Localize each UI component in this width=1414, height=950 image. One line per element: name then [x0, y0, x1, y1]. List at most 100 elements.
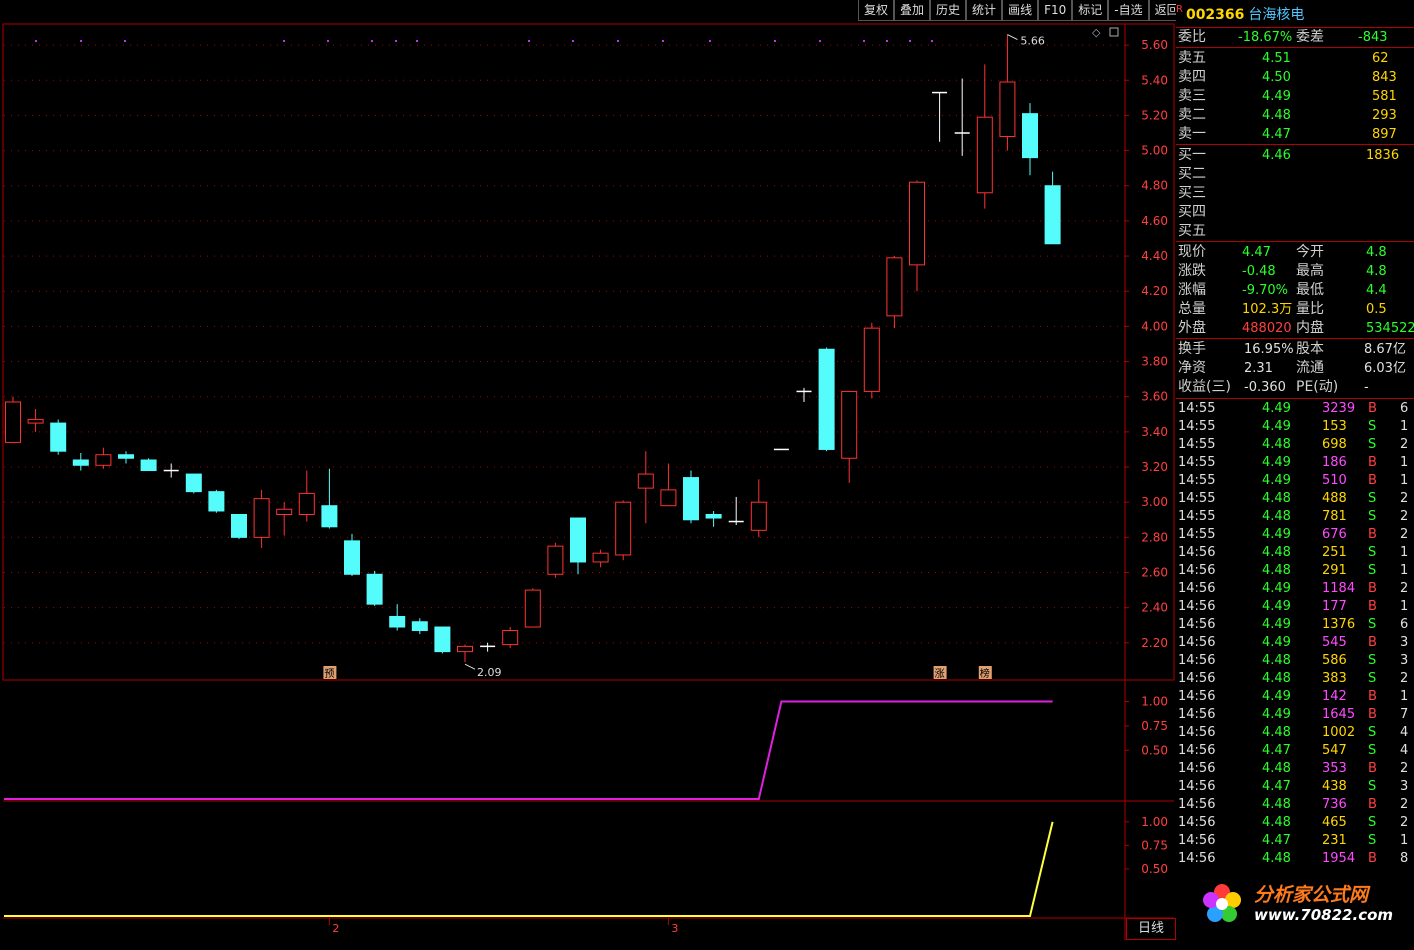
tick-count: 1 — [1400, 473, 1409, 488]
diamond-icon: ◇ — [1092, 26, 1101, 39]
candle-body — [50, 422, 67, 452]
tick-volume: 781 — [1322, 509, 1347, 524]
tick-time: 14:56 — [1178, 725, 1216, 740]
tick-count: 1 — [1400, 599, 1409, 614]
ask-label: 卖一 — [1178, 126, 1206, 142]
tick-direction: B — [1368, 473, 1377, 488]
tick-row: 14:56 4.49 1184 B 2 — [1176, 580, 1414, 598]
stat-label: 流通 — [1296, 360, 1324, 376]
signal-dot — [35, 40, 37, 42]
tick-count: 6 — [1400, 401, 1409, 416]
tick-time: 14:56 — [1178, 653, 1216, 668]
tick-volume: 545 — [1322, 635, 1347, 650]
tick-time: 14:56 — [1178, 833, 1216, 848]
period-label[interactable]: 日线 — [1126, 918, 1176, 940]
weicha-value: -843 — [1358, 30, 1388, 45]
y-tick-label: 4.60 — [1141, 214, 1168, 228]
y-tick-label: 4.40 — [1141, 249, 1168, 263]
toolbar-overlay-button[interactable]: 叠加 — [894, 0, 931, 21]
tick-count: 2 — [1400, 671, 1409, 686]
tick-row: 14:55 4.49 186 B 1 — [1176, 454, 1414, 472]
stock-name[interactable]: 台海核电 — [1248, 7, 1304, 23]
stock-tag: R — [1176, 4, 1183, 15]
signal-dot — [371, 40, 373, 42]
ask-label: 卖五 — [1178, 50, 1206, 66]
toolbar-draw-button[interactable]: 画线 — [1002, 0, 1039, 21]
tick-volume: 1002 — [1322, 725, 1356, 740]
tick-volume: 142 — [1322, 689, 1347, 704]
candle-body — [976, 116, 993, 194]
candle-body — [818, 348, 835, 450]
stat-label: 内盘 — [1296, 320, 1324, 336]
toolbar-history-button[interactable]: 历史 — [930, 0, 967, 21]
tick-direction: S — [1368, 725, 1377, 740]
tick-time: 14:56 — [1178, 689, 1216, 704]
candle-body — [185, 473, 202, 493]
tick-volume: 586 — [1322, 653, 1347, 668]
tick-volume: 1954 — [1322, 851, 1356, 866]
bid-volume: 1836 — [1366, 148, 1400, 163]
toolbar-stats-button[interactable]: 统计 — [966, 0, 1003, 21]
tick-direction: S — [1368, 617, 1377, 632]
y-tick-label: 4.00 — [1141, 319, 1168, 333]
candle-body — [72, 459, 89, 466]
tick-count: 2 — [1400, 581, 1409, 596]
tick-count: 8 — [1400, 851, 1409, 866]
tick-time: 14:56 — [1178, 797, 1216, 812]
candle-body — [231, 514, 247, 538]
candle-body — [344, 540, 360, 575]
tick-time: 14:56 — [1178, 563, 1216, 578]
tick-time: 14:56 — [1178, 599, 1216, 614]
candle-body — [750, 501, 767, 531]
divider-line — [1176, 144, 1414, 145]
ask-volume: 843 — [1372, 70, 1397, 85]
tick-row: 14:56 4.49 177 B 1 — [1176, 598, 1414, 616]
indicator-y-tick: 0.50 — [1141, 862, 1168, 876]
stat-value: -0.48 — [1242, 264, 1276, 279]
stat-value: 488020 — [1242, 321, 1292, 336]
toolbar-watchlist-button[interactable]: -自选 — [1108, 0, 1149, 21]
tick-direction: S — [1368, 437, 1377, 452]
tick-time: 14:55 — [1178, 491, 1216, 506]
stat-label: 涨幅 — [1178, 282, 1206, 298]
y-tick-label: 3.40 — [1141, 425, 1168, 439]
candle-body — [637, 473, 654, 489]
candle-body — [434, 626, 451, 653]
stat-value: 2.31 — [1244, 361, 1273, 376]
kline-chart[interactable]: 5.60 5.40 5.20 5.00 4.80 4.60 4.40 4.20 4.00 3.80… — [0, 0, 1176, 950]
candle-body — [863, 327, 880, 392]
ask-volume: 62 — [1372, 51, 1389, 66]
tick-time: 14:56 — [1178, 707, 1216, 722]
x-axis-label: 3 — [671, 922, 678, 935]
candle-body — [999, 81, 1016, 138]
tick-volume: 251 — [1322, 545, 1347, 560]
tick-row: 14:56 4.48 1002 S 4 — [1176, 724, 1414, 742]
signal-dot — [124, 40, 126, 42]
tick-time: 14:55 — [1178, 509, 1216, 524]
tick-direction: B — [1368, 527, 1377, 542]
weibi-label: 委比 — [1178, 29, 1206, 45]
stat-label: 净资 — [1178, 360, 1206, 376]
tick-direction: S — [1368, 743, 1377, 758]
tick-row: 14:56 4.49 545 B 3 — [1176, 634, 1414, 652]
marker-label: 涨 — [935, 668, 945, 680]
candle-body — [705, 514, 722, 519]
tick-volume: 488 — [1322, 491, 1347, 506]
y-tick-label: 5.20 — [1141, 108, 1168, 122]
stat-label: 最高 — [1296, 263, 1324, 279]
toolbar-mark-button[interactable]: 标记 — [1072, 0, 1109, 21]
tick-direction: B — [1368, 689, 1377, 704]
toolbar-restore-rights-button[interactable]: 复权 — [858, 0, 895, 21]
candle-body — [118, 454, 134, 459]
candle-body — [140, 459, 157, 472]
tick-direction: B — [1368, 707, 1377, 722]
bid-label: 买五 — [1178, 223, 1206, 239]
toolbar-f10-button[interactable]: F10 — [1038, 0, 1073, 21]
tick-count: 1 — [1400, 455, 1409, 470]
stat-label: 换手 — [1178, 341, 1206, 357]
bid-label: 买二 — [1178, 166, 1206, 182]
stock-code[interactable]: 002366 — [1186, 7, 1244, 23]
tick-count: 1 — [1400, 689, 1409, 704]
tick-price: 4.49 — [1262, 707, 1291, 722]
candle-body — [547, 545, 564, 575]
